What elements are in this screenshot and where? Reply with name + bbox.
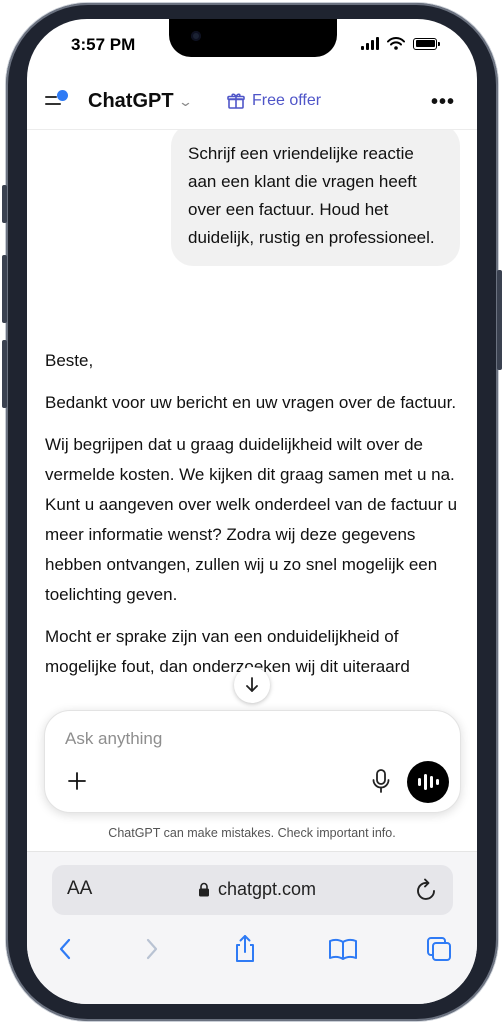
free-offer-label: Free offer (252, 92, 322, 109)
book-icon (329, 938, 357, 960)
status-time: 3:57 PM (71, 35, 136, 54)
assistant-paragraph: Bedankt voor uw bericht en uw vragen ove… (45, 393, 457, 412)
aa-label: AA (67, 878, 93, 899)
phone-side-button-volume-down (2, 340, 7, 408)
chevron-down-icon: ⌄ (177, 93, 193, 109)
reload-icon (417, 878, 435, 900)
more-options-button[interactable]: ••• (431, 91, 455, 114)
disclaimer-text: ChatGPT can make mistakes. Check importa… (108, 826, 396, 840)
free-offer-button[interactable]: Free offer (227, 92, 321, 110)
chevron-right-icon (146, 938, 158, 960)
voice-mode-button[interactable] (407, 761, 449, 803)
arrow-down-icon (246, 677, 258, 692)
assistant-paragraph: Wij begrijpen dat u graag duidelijkheid … (45, 435, 458, 604)
tabs-icon (427, 937, 451, 961)
message-composer (44, 710, 461, 813)
status-icons (361, 37, 440, 50)
phone-side-button-mute (2, 185, 7, 223)
ask-anything-input[interactable] (65, 725, 385, 753)
assistant-paragraph: Beste, (45, 351, 94, 370)
voice-wave-icon (417, 778, 421, 786)
battery-icon (413, 37, 440, 50)
address-bar[interactable]: AA chatgpt.com (52, 865, 453, 915)
url-text: chatgpt.com (218, 879, 317, 899)
reload-button[interactable] (415, 877, 439, 903)
phone-side-button-volume-up (2, 255, 7, 323)
user-message-bubble: Schrijf een vriendelijke reactie aan een… (171, 130, 460, 266)
share-button[interactable] (228, 934, 262, 964)
plus-icon (68, 772, 86, 790)
wifi-icon (387, 37, 405, 50)
assistant-message: Beste, Bedankt voor uw bericht en uw vra… (45, 346, 460, 694)
microphone-icon (372, 769, 390, 793)
model-selector[interactable]: ChatGPT ⌄ (88, 90, 193, 113)
app-title: ChatGPT (88, 90, 174, 112)
notch (169, 19, 337, 57)
lock-icon (199, 882, 209, 897)
cellular-signal-icon (361, 37, 379, 50)
bookmarks-button[interactable] (326, 934, 360, 964)
share-icon (236, 935, 254, 962)
phone-screen: 3:57 PM ChatGPT ⌄ Free offer ••• Schrijf… (27, 19, 477, 1004)
notification-dot (57, 90, 68, 101)
gift-icon (227, 93, 245, 109)
scroll-to-bottom-button[interactable] (234, 667, 270, 703)
reader-settings-button[interactable]: AA (67, 878, 92, 900)
url-display[interactable]: chatgpt.com (198, 879, 316, 900)
sidebar-menu-button[interactable] (45, 90, 71, 111)
forward-button[interactable] (135, 934, 169, 964)
chevron-left-icon (59, 938, 71, 960)
back-button[interactable] (48, 934, 82, 964)
front-camera (191, 31, 201, 41)
add-attachment-button[interactable] (65, 769, 89, 793)
dictation-button[interactable] (371, 768, 391, 794)
browser-toolbar: AA chatgpt.com (27, 851, 477, 1004)
phone-side-button-power (497, 270, 502, 370)
tabs-button[interactable] (422, 934, 456, 964)
app-header: ChatGPT ⌄ Free offer ••• (27, 77, 477, 129)
